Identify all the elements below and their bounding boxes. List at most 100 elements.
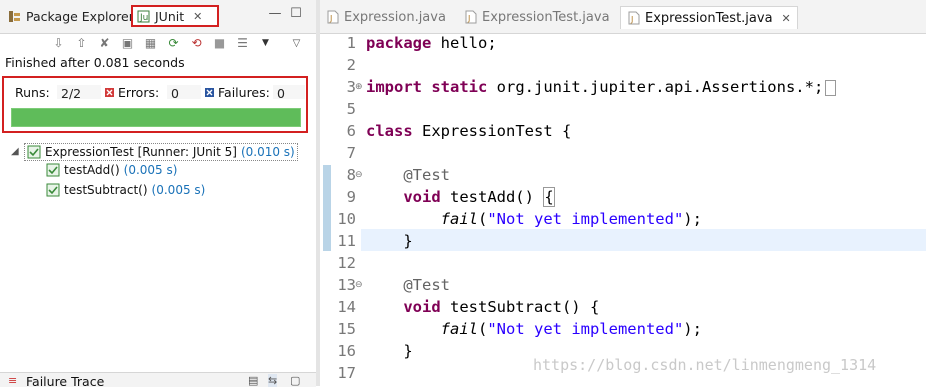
previous-failure-icon[interactable]: ⇧	[73, 35, 90, 52]
tree-test-node[interactable]: testSubtract() (0.005 s)	[46, 183, 205, 197]
svg-text:J: J	[630, 15, 633, 24]
code-annotation: @Test	[366, 166, 450, 184]
code-line: package hello;	[366, 32, 497, 54]
fold-collapse-icon[interactable]: ⊖	[355, 274, 363, 296]
code-line: }	[366, 340, 413, 362]
code-keyword: class	[366, 122, 413, 140]
code-line: class ExpressionTest {	[366, 120, 571, 142]
line-number: 1	[346, 34, 356, 52]
tab-package-explorer[interactable]: Package Explorer	[8, 5, 134, 27]
errors-label: Errors:	[118, 85, 160, 100]
line-number: 2	[346, 56, 356, 74]
maximize-icon[interactable]: ☐	[289, 7, 303, 21]
line-number: 16	[337, 342, 356, 360]
tree-root-node[interactable]: ExpressionTest [Runner: JUnit 5] (0.010 …	[24, 143, 298, 161]
code-line: void testAdd() {	[366, 186, 555, 208]
view-menu-icon[interactable]: ▽	[288, 35, 305, 52]
code-method-call: fail	[366, 320, 478, 338]
close-icon[interactable]: ✕	[193, 10, 202, 23]
rerun-failed-icon[interactable]: ⟲	[188, 35, 205, 52]
stop-icon[interactable]: ■	[211, 35, 228, 52]
counter-panel: Runs: 2/2 Errors: 0 Failures: 0	[2, 76, 308, 133]
line-number: 6	[346, 122, 356, 140]
code-keyword: void	[366, 298, 441, 316]
test-node-name: testAdd()	[64, 163, 120, 177]
code-text: (	[477, 210, 488, 228]
code-keyword: package	[366, 34, 432, 52]
code-line: @Test	[366, 164, 450, 186]
filter-stack-icon[interactable]: ▤	[248, 374, 258, 387]
line-number: 3	[346, 78, 356, 96]
minimize-icon[interactable]: —	[268, 7, 282, 21]
fold-collapse-icon[interactable]: ⊖	[355, 164, 363, 186]
code-line: fail("Not yet implemented");	[366, 318, 702, 340]
line-number: 14	[337, 298, 356, 316]
scroll-lock-icon[interactable]: ▣	[119, 35, 136, 52]
editor-tab[interactable]: J ExpressionTest.java	[464, 6, 610, 28]
line-number: 8	[346, 166, 356, 184]
test-pass-icon	[46, 183, 60, 197]
test-suite-pass-icon	[27, 145, 41, 159]
history-icon[interactable]: ▦	[142, 35, 159, 52]
test-pass-icon	[46, 163, 60, 177]
root-node-time: (0.010 s)	[240, 145, 295, 159]
error-icon	[105, 86, 114, 97]
line-number: 10	[337, 210, 356, 228]
code-text: testAdd()	[440, 188, 544, 206]
line-number: 9	[346, 188, 356, 206]
errors-value: 0	[166, 84, 202, 101]
code-line: }	[366, 230, 412, 252]
finished-status: Finished after 0.081 seconds	[5, 55, 185, 70]
test-history-icon[interactable]: ☰	[234, 35, 251, 52]
fold-expand-icon[interactable]: ⊕	[355, 76, 363, 98]
code-line: void testSubtract() {	[366, 296, 599, 318]
folded-region-marker[interactable]	[825, 79, 837, 96]
tab-junit-content[interactable]: Ju JUnit ✕	[137, 5, 202, 27]
code-text: }	[366, 342, 413, 360]
code-text: org.junit.jupiter.api.Assertions.*;	[487, 78, 824, 96]
editor-tab-label: ExpressionTest.java	[645, 10, 773, 26]
svg-text:Ju: Ju	[139, 13, 148, 23]
svg-text:J: J	[329, 14, 332, 23]
root-node-name: ExpressionTest [Runner: JUnit 5]	[45, 145, 237, 159]
code-text: );	[683, 320, 702, 338]
failures-value: 0	[272, 84, 306, 101]
current-line-highlight	[361, 229, 926, 251]
editor-tab-label: ExpressionTest.java	[482, 9, 610, 25]
code-annotation: @Test	[366, 276, 450, 294]
test-node-name: testSubtract()	[64, 183, 148, 197]
editor-tab-active[interactable]: J ExpressionTest.java ✕	[620, 6, 798, 29]
code-text: hello;	[431, 34, 497, 52]
code-keyword: void	[366, 188, 441, 206]
editor-tab[interactable]: J Expression.java	[326, 6, 446, 28]
expand-chevron-icon[interactable]: ◢	[11, 146, 19, 157]
failure-icon	[205, 86, 214, 97]
matching-bracket: {	[543, 187, 555, 207]
rerun-icon[interactable]: ⟳	[165, 35, 182, 52]
history-dropdown-icon[interactable]: ▼	[257, 35, 274, 52]
code-text: );	[683, 210, 702, 228]
tree-test-node[interactable]: testAdd() (0.005 s)	[46, 163, 177, 177]
failures-label: Failures:	[218, 85, 270, 100]
line-number: 7	[346, 144, 356, 162]
show-failures-only-icon[interactable]: ✘	[96, 35, 113, 52]
code-text: ExpressionTest {	[412, 122, 572, 140]
java-file-icon: J	[327, 10, 339, 24]
copy-trace-icon[interactable]: ▢	[290, 374, 300, 387]
close-icon[interactable]: ✕	[782, 12, 791, 25]
code-string: "Not yet implemented"	[487, 320, 684, 338]
watermark: https://blog.csdn.net/linmengmeng_1314	[533, 356, 877, 374]
failure-trace-label: Failure Trace	[26, 374, 105, 389]
line-number: 12	[337, 254, 356, 272]
line-number: 17	[337, 364, 356, 382]
package-explorer-icon	[9, 10, 20, 22]
junit-toolbar: ⇩ ⇧ ✘ ▣ ▦ ⟳ ⟲ ■ ☰ ▼ ▽	[50, 34, 305, 52]
progress-bar	[11, 108, 301, 127]
code-line: import static org.junit.jupiter.api.Asse…	[366, 76, 837, 98]
compare-results-icon[interactable]: ⇆	[268, 374, 278, 387]
svg-text:J: J	[467, 14, 470, 23]
junit-icon: Ju	[137, 10, 150, 23]
test-node-time: (0.005 s)	[151, 183, 206, 197]
next-failure-icon[interactable]: ⇩	[50, 35, 67, 52]
code-line: @Test	[366, 274, 450, 296]
